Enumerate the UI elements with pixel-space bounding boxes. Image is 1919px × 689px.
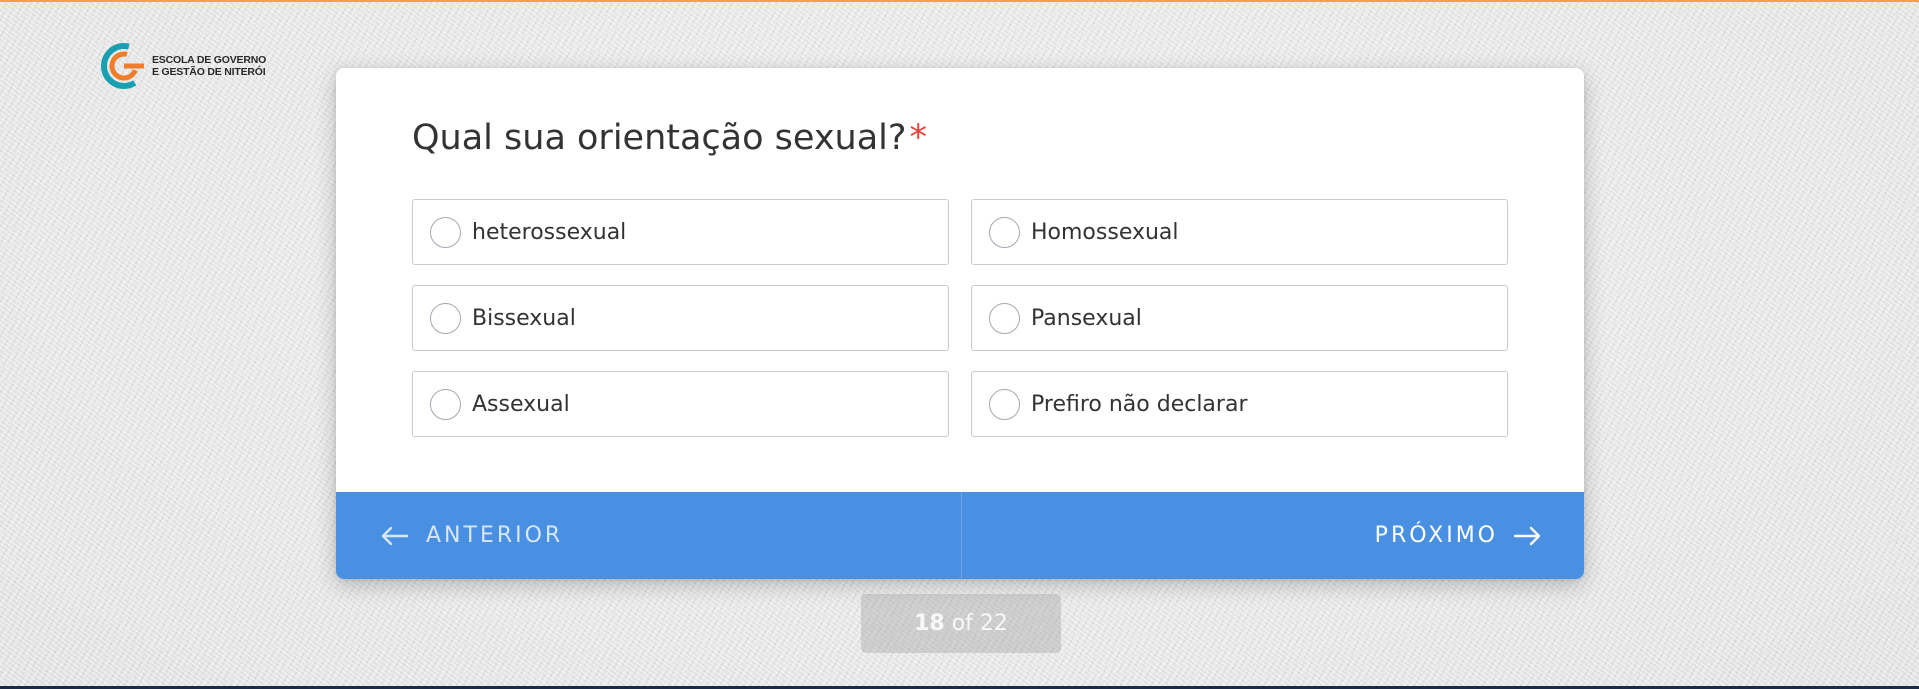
required-marker: * — [909, 118, 927, 158]
navigation-bar: ANTERIOR PRÓXIMO — [336, 492, 1584, 579]
radio-button[interactable] — [430, 302, 461, 334]
question-title: Qual sua orientação sexual?* — [412, 116, 927, 160]
option-assexual[interactable]: Assexual — [412, 371, 949, 437]
logo: ESCOLA DE GOVERNO E GESTÃO DE NITERÓI — [100, 42, 266, 90]
option-label: heterossexual — [472, 219, 627, 245]
radio-button[interactable] — [430, 388, 461, 420]
option-heterossexual[interactable]: heterossexual — [412, 199, 949, 265]
radio-button[interactable] — [430, 216, 461, 248]
options-grid: heterossexual Homossexual Bissexual Pans… — [412, 199, 1508, 437]
next-label: PRÓXIMO — [1374, 523, 1498, 548]
next-button[interactable]: PRÓXIMO — [962, 492, 1585, 579]
logo-line-2: E GESTÃO DE NITERÓI — [152, 66, 266, 78]
previous-button[interactable]: ANTERIOR — [336, 492, 962, 579]
question-card: Qual sua orientação sexual?* heterossexu… — [336, 68, 1584, 579]
radio-button[interactable] — [989, 302, 1020, 334]
option-prefiro-nao-declarar[interactable]: Prefiro não declarar — [971, 371, 1508, 437]
option-label: Assexual — [472, 391, 570, 417]
radio-button[interactable] — [989, 216, 1020, 248]
arrow-right-icon — [1514, 526, 1541, 545]
option-label: Prefiro não declarar — [1031, 391, 1248, 417]
option-label: Homossexual — [1031, 219, 1179, 245]
option-label: Pansexual — [1031, 305, 1142, 331]
option-pansexual[interactable]: Pansexual — [971, 285, 1508, 351]
option-homossexual[interactable]: Homossexual — [971, 199, 1508, 265]
arrow-left-icon — [381, 526, 408, 545]
logo-line-1: ESCOLA DE GOVERNO — [152, 54, 267, 66]
logo-mark-icon — [101, 43, 147, 89]
page-total: 22 — [979, 611, 1008, 636]
radio-button[interactable] — [989, 388, 1020, 420]
option-label: Bissexual — [472, 305, 576, 331]
page-separator: of — [951, 611, 973, 636]
option-bissexual[interactable]: Bissexual — [412, 285, 949, 351]
page-indicator: 18 of 22 — [861, 594, 1061, 653]
question-text: Qual sua orientação sexual? — [412, 118, 907, 158]
logo-text: ESCOLA DE GOVERNO E GESTÃO DE NITERÓI — [152, 54, 266, 78]
top-accent-strip — [0, 0, 1919, 2]
previous-label: ANTERIOR — [426, 523, 564, 548]
page-current: 18 — [914, 611, 945, 636]
